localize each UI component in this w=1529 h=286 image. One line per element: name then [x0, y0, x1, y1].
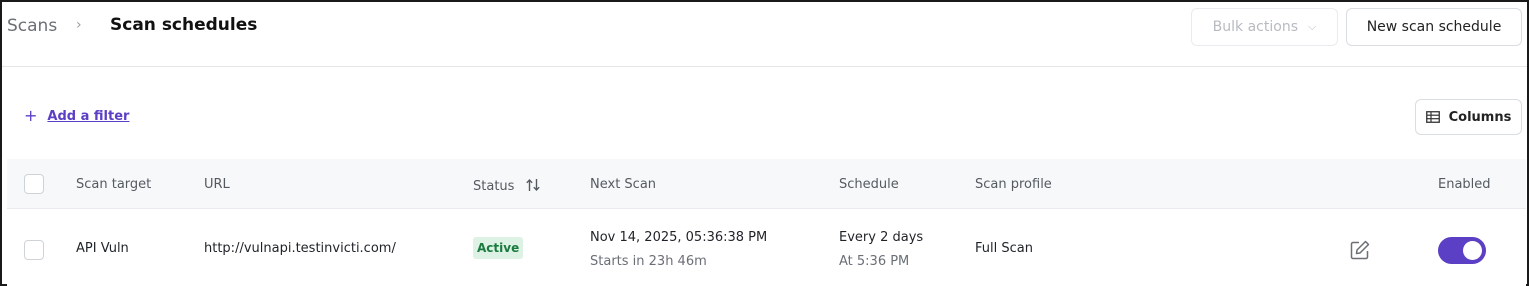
scan-schedules-page: Scans › Scan schedules Bulk actions ⌵ Ne… — [0, 0, 1529, 286]
columns-label: Columns — [1448, 109, 1512, 125]
bulk-actions-button[interactable]: Bulk actions ⌵ — [1191, 8, 1338, 46]
enabled-toggle[interactable] — [1438, 237, 1486, 264]
columns-button[interactable]: Columns — [1415, 99, 1522, 135]
edit-button[interactable] — [1347, 237, 1373, 263]
header-scan-target[interactable]: Scan target — [76, 177, 151, 192]
chevron-down-icon: ⌵ — [1307, 20, 1317, 33]
row-schedule: Every 2 days — [839, 230, 924, 245]
add-filter-link[interactable]: + Add a filter — [24, 108, 129, 124]
status-badge: Active — [473, 237, 524, 259]
row-checkbox[interactable] — [24, 240, 44, 260]
header-next-scan[interactable]: Next Scan — [590, 177, 656, 192]
row-scan-target[interactable]: API Vuln — [76, 241, 129, 256]
toggle-knob — [1463, 241, 1482, 260]
page-title: Scan schedules — [110, 15, 258, 35]
row-scan-profile: Full Scan — [975, 241, 1033, 256]
new-scan-schedule-button[interactable]: New scan schedule — [1346, 8, 1522, 46]
row-schedule-time: At 5:36 PM — [839, 254, 910, 269]
breadcrumb-scans[interactable]: Scans — [7, 16, 57, 36]
sort-icon[interactable] — [525, 177, 541, 193]
columns-icon — [1425, 111, 1440, 123]
table-header: Scan target URL Status Next Scan Schedul… — [7, 159, 1526, 209]
chevron-right-icon: › — [76, 17, 82, 33]
bulk-actions-label: Bulk actions — [1212, 19, 1298, 35]
header-status-label: Status — [473, 179, 515, 194]
header-status[interactable]: Status — [473, 177, 541, 194]
add-filter-label: Add a filter — [47, 108, 130, 124]
edit-icon — [1350, 240, 1370, 260]
select-all-checkbox[interactable] — [24, 174, 44, 194]
row-next-scan: Nov 14, 2025, 05:36:38 PM — [590, 230, 768, 245]
row-url: http://vulnapi.testinvicti.com/ — [204, 241, 396, 256]
table-row: API Vuln http://vulnapi.testinvicti.com/… — [7, 210, 1526, 286]
header-url[interactable]: URL — [204, 177, 230, 192]
plus-icon: + — [24, 106, 38, 125]
header-schedule[interactable]: Schedule — [839, 177, 899, 192]
header-enabled[interactable]: Enabled — [1438, 177, 1491, 192]
page-header: Scans › Scan schedules Bulk actions ⌵ Ne… — [2, 2, 1527, 67]
header-scan-profile[interactable]: Scan profile — [975, 177, 1052, 192]
row-next-scan-countdown: Starts in 23h 46m — [590, 254, 707, 269]
